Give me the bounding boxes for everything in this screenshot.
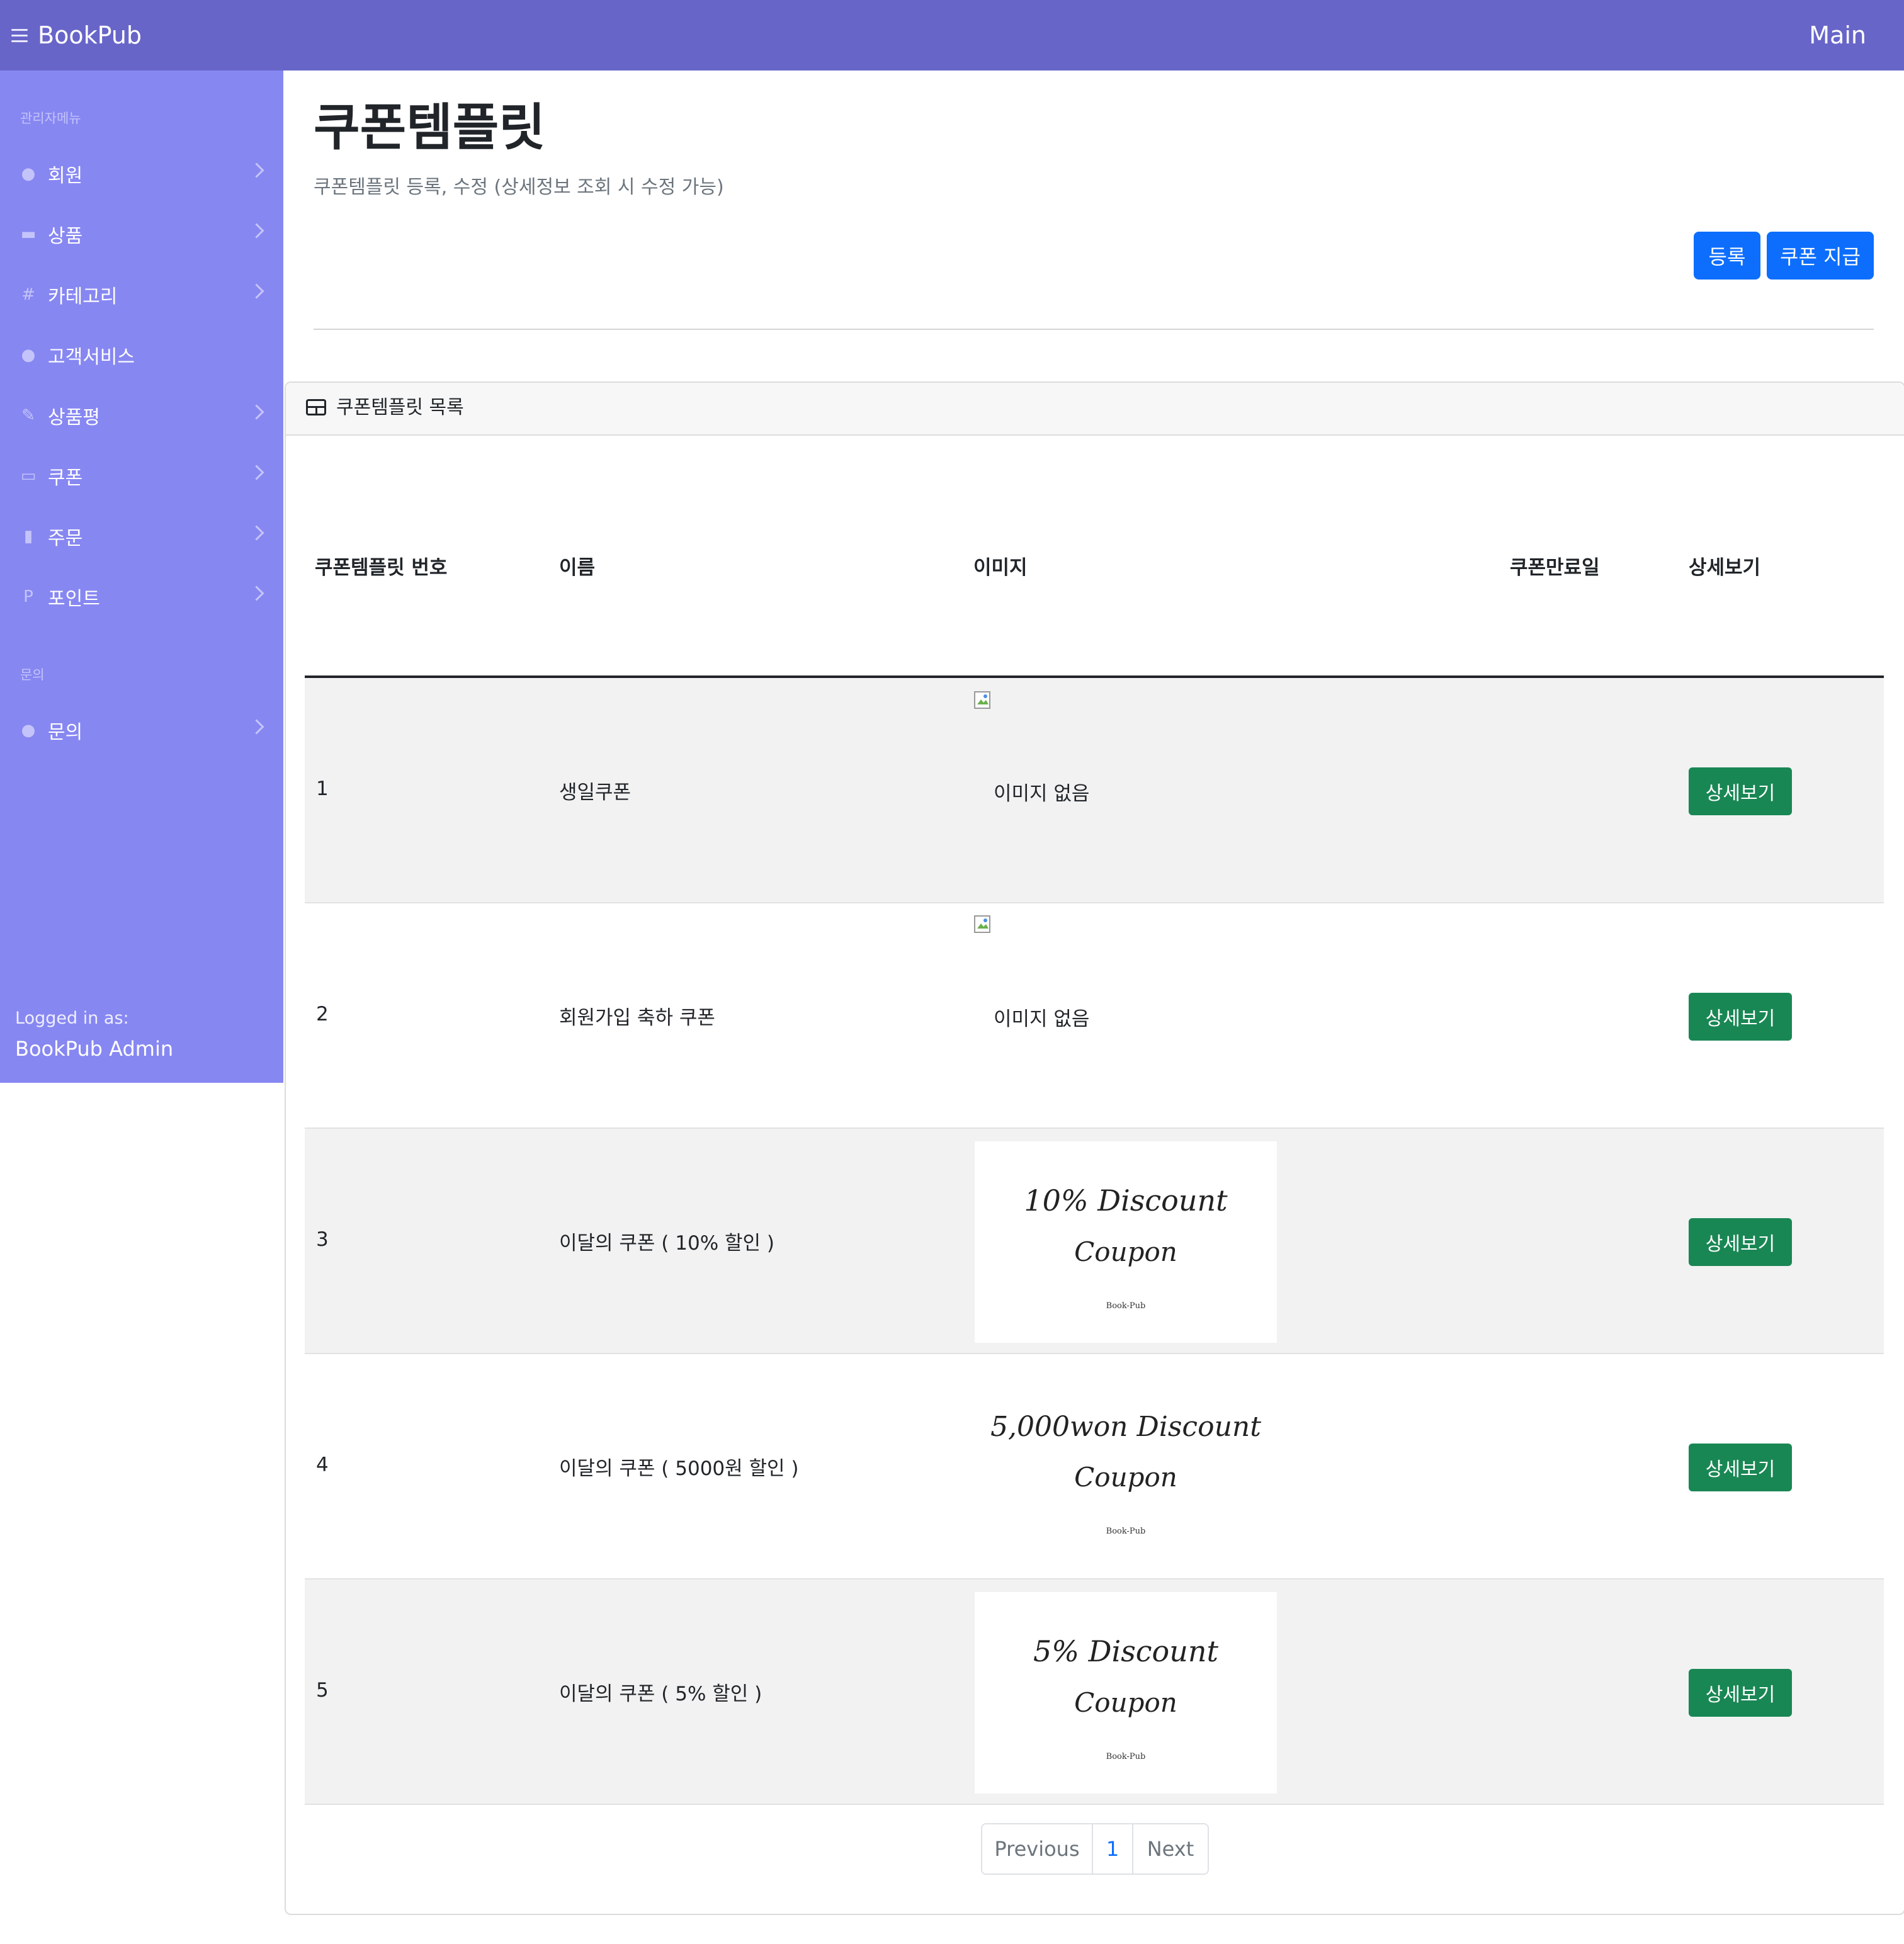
sidebar-heading-inquiry: 문의 bbox=[20, 667, 45, 682]
sidebar-footer: Logged in as: BookPub Admin bbox=[15, 1009, 173, 1061]
card-title: 쿠폰템플릿 목록 bbox=[336, 397, 464, 419]
issue-coupon-button[interactable]: 쿠폰 지급 bbox=[1767, 232, 1874, 280]
sidebar-item-member[interactable]: ● 회원 bbox=[0, 149, 283, 199]
svg-text:10% Discount: 10% Discount bbox=[1024, 1184, 1228, 1218]
sidebar-item-coupon[interactable]: ▭ 쿠폰 bbox=[0, 451, 283, 501]
coupon-image: 5,000won Discount Coupon Book-Pub bbox=[975, 1367, 1277, 1568]
pagination-previous[interactable]: Previous bbox=[982, 1824, 1092, 1873]
svg-text:Coupon: Coupon bbox=[1074, 1687, 1177, 1718]
sidebar-item-order[interactable]: ▮ 주문 bbox=[0, 511, 283, 562]
logged-in-user: BookPub Admin bbox=[15, 1037, 174, 1061]
table-row: 5 이달의 쿠폰 ( 5% 할인 ) 5% Discount Coupon Bo… bbox=[305, 1580, 1884, 1805]
table-row: 3 이달의 쿠폰 ( 10% 할인 ) 10% Discount Coupon … bbox=[305, 1129, 1884, 1354]
column-header-name: 이름 bbox=[559, 557, 596, 579]
cell-number: 4 bbox=[316, 1454, 329, 1476]
column-header-detail: 상세보기 bbox=[1689, 557, 1761, 579]
cell-name: 생일쿠폰 bbox=[559, 781, 632, 804]
sidebar-item-label: 카테고리 bbox=[48, 286, 118, 308]
detail-button[interactable]: 상세보기 bbox=[1689, 1444, 1792, 1491]
sidebar-item-customer-service[interactable]: ● 고객서비스 bbox=[0, 330, 283, 380]
detail-button[interactable]: 상세보기 bbox=[1689, 1669, 1792, 1717]
brand-link[interactable]: BookPub bbox=[38, 18, 142, 53]
sidebar-item-point[interactable]: P 포인트 bbox=[0, 572, 283, 622]
chevron-right-icon bbox=[249, 162, 264, 178]
no-image-text: 이미지 없음 bbox=[994, 783, 1090, 805]
detail-button[interactable]: 상세보기 bbox=[1689, 767, 1792, 815]
chevron-right-icon bbox=[249, 404, 264, 420]
sidebar-item-label: 고객서비스 bbox=[48, 346, 135, 368]
svg-text:Book-Pub: Book-Pub bbox=[1106, 1301, 1146, 1311]
cell-number: 2 bbox=[316, 1003, 329, 1026]
letter-p-icon: P bbox=[23, 587, 33, 606]
table-row: 1 생일쿠폰 이미지 없음 상세보기 bbox=[305, 678, 1884, 903]
top-navbar: BookPub Main bbox=[0, 0, 1904, 71]
cell-name: 이달의 쿠폰 ( 10% 할인 ) bbox=[559, 1232, 775, 1255]
coupon-image: 5% Discount Coupon Book-Pub bbox=[975, 1592, 1277, 1794]
svg-text:Coupon: Coupon bbox=[1074, 1462, 1177, 1493]
sidebar: 관리자메뉴 ● 회원 ▬ 상품 # 카테고리 ● 고객서비스 ✎ 상품평 ▭ 쿠… bbox=[0, 71, 283, 1083]
user-circle-icon: ● bbox=[21, 164, 36, 183]
page-subtitle: 쿠폰템플릿 등록, 수정 (상세정보 조회 시 수정 가능) bbox=[314, 176, 724, 198]
column-header-expiry: 쿠폰만료일 bbox=[1510, 557, 1600, 579]
logged-in-label: Logged in as: bbox=[15, 1009, 129, 1028]
chevron-right-icon bbox=[249, 465, 264, 480]
sidebar-item-label: 상품평 bbox=[48, 407, 100, 429]
column-header-image: 이미지 bbox=[973, 557, 1028, 579]
pencil-icon: ✎ bbox=[21, 406, 35, 425]
svg-text:Book-Pub: Book-Pub bbox=[1106, 1527, 1146, 1536]
chevron-right-icon bbox=[249, 719, 264, 735]
sidebar-item-label: 포인트 bbox=[48, 588, 100, 610]
table-row: 2 회원가입 축하 쿠폰 이미지 없음 상세보기 bbox=[305, 903, 1884, 1129]
table-row: 4 이달의 쿠폰 ( 5000원 할인 ) 5,000won Discount … bbox=[305, 1354, 1884, 1580]
sidebar-item-label: 회원 bbox=[48, 165, 83, 187]
chevron-right-icon bbox=[249, 585, 264, 601]
question-circle-icon: ● bbox=[21, 721, 36, 740]
chevron-right-icon bbox=[249, 223, 264, 239]
no-image-text: 이미지 없음 bbox=[994, 1008, 1090, 1031]
column-header-number: 쿠폰템플릿 번호 bbox=[315, 557, 448, 579]
pagination: Previous 1 Next bbox=[981, 1823, 1209, 1875]
sidebar-item-review[interactable]: ✎ 상품평 bbox=[0, 390, 283, 441]
credit-card-icon: ▭ bbox=[20, 466, 37, 485]
page-title: 쿠폰템플릿 bbox=[314, 98, 545, 157]
svg-text:5% Discount: 5% Discount bbox=[1033, 1634, 1219, 1668]
sidebar-item-inquiry[interactable]: ● 문의 bbox=[0, 705, 283, 755]
pagination-page-1[interactable]: 1 bbox=[1092, 1824, 1132, 1873]
sidebar-item-product[interactable]: ▬ 상품 bbox=[0, 209, 283, 259]
cell-name: 이달의 쿠폰 ( 5% 할인 ) bbox=[559, 1683, 762, 1705]
hamburger-menu-icon[interactable] bbox=[11, 21, 28, 49]
cell-number: 5 bbox=[316, 1679, 329, 1702]
sidebar-item-category[interactable]: # 카테고리 bbox=[0, 269, 283, 320]
book-open-icon: ▬ bbox=[20, 225, 37, 244]
detail-button[interactable]: 상세보기 bbox=[1689, 1218, 1792, 1266]
cell-number: 1 bbox=[316, 777, 329, 800]
sidebar-heading-admin: 관리자메뉴 bbox=[20, 111, 81, 126]
coupon-image: 10% Discount Coupon Book-Pub bbox=[975, 1141, 1277, 1343]
divider bbox=[314, 329, 1874, 330]
info-icon: ● bbox=[21, 346, 36, 364]
hash-icon: # bbox=[21, 285, 35, 304]
sidebar-item-label: 쿠폰 bbox=[48, 467, 83, 489]
cell-name: 회원가입 축하 쿠폰 bbox=[559, 1007, 715, 1029]
chevron-right-icon bbox=[249, 525, 264, 541]
sidebar-item-label: 상품 bbox=[48, 225, 83, 247]
pagination-next[interactable]: Next bbox=[1132, 1824, 1208, 1873]
broken-image-icon bbox=[974, 915, 990, 933]
clipboard-icon: ▮ bbox=[23, 527, 33, 546]
svg-text:Book-Pub: Book-Pub bbox=[1106, 1752, 1146, 1761]
broken-image-icon bbox=[974, 691, 990, 709]
cell-name: 이달의 쿠폰 ( 5000원 할인 ) bbox=[559, 1457, 799, 1480]
sidebar-item-label: 주문 bbox=[48, 528, 83, 550]
svg-text:Coupon: Coupon bbox=[1074, 1236, 1177, 1267]
svg-text:5,000won Discount: 5,000won Discount bbox=[990, 1411, 1261, 1443]
card-header: 쿠폰템플릿 목록 bbox=[286, 383, 1904, 436]
table-icon bbox=[306, 399, 326, 415]
main-link[interactable]: Main bbox=[1809, 18, 1866, 53]
register-button[interactable]: 등록 bbox=[1694, 232, 1760, 280]
detail-button[interactable]: 상세보기 bbox=[1689, 993, 1792, 1041]
sidebar-item-label: 문의 bbox=[48, 721, 83, 743]
chevron-right-icon bbox=[249, 283, 264, 299]
cell-number: 3 bbox=[316, 1228, 329, 1251]
